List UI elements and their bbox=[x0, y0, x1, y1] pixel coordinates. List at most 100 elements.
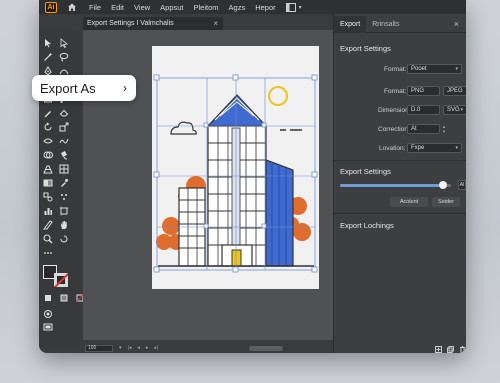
corrections-input[interactable]: At bbox=[407, 124, 440, 134]
zoom-field[interactable]: 100 bbox=[85, 344, 113, 352]
menu-view[interactable]: View bbox=[134, 3, 150, 12]
close-icon[interactable]: × bbox=[213, 19, 218, 28]
chevron-right-icon: › bbox=[123, 81, 127, 95]
format-select[interactable]: Pooet ▾ bbox=[407, 64, 462, 74]
next-artboard-icon[interactable]: ▸ bbox=[146, 345, 149, 351]
home-icon[interactable] bbox=[67, 2, 77, 12]
format-option-label: JPEG bbox=[447, 88, 463, 94]
tab-rrinsalts[interactable]: Rrinsalts bbox=[366, 16, 405, 33]
menu-hepor[interactable]: Hepor bbox=[255, 3, 275, 12]
mesh-tool-icon[interactable] bbox=[59, 164, 69, 174]
menu-edit[interactable]: Edit bbox=[111, 3, 124, 12]
tool-row bbox=[43, 248, 53, 258]
tool-row bbox=[43, 38, 69, 48]
chevron-down-icon: ▾ bbox=[455, 66, 458, 72]
eyedropper-tool-icon[interactable] bbox=[59, 178, 69, 188]
shape-builder-tool-icon[interactable] bbox=[43, 150, 53, 160]
seider-button[interactable]: Seider bbox=[432, 197, 460, 207]
chevron-down-icon[interactable]: ▾ bbox=[119, 345, 122, 351]
quality-slider-handle[interactable] bbox=[439, 181, 447, 189]
building-illustration[interactable] bbox=[152, 46, 319, 289]
tool-row bbox=[43, 122, 69, 132]
horizontal-scrollbar[interactable] bbox=[249, 346, 283, 351]
first-artboard-icon[interactable]: |◂ bbox=[128, 345, 132, 351]
dimension-input[interactable]: D.0 bbox=[407, 105, 440, 115]
format-option-label: PNG bbox=[411, 88, 425, 94]
quality-value-field[interactable]: Al bbox=[458, 180, 466, 190]
magic-wand-tool-icon[interactable] bbox=[43, 52, 53, 62]
gradient-tool-icon[interactable] bbox=[43, 178, 53, 188]
draw-mode-icon[interactable] bbox=[43, 309, 53, 319]
format-jpeg-option[interactable]: JPEG bbox=[443, 86, 466, 96]
blend-tool-icon[interactable] bbox=[43, 192, 53, 202]
chevron-down-icon[interactable]: ▾ bbox=[299, 4, 302, 11]
live-paint-tool-icon[interactable] bbox=[59, 150, 69, 160]
tool-row bbox=[43, 164, 69, 174]
panel-footer-icons bbox=[435, 340, 466, 353]
gradient-mode-icon[interactable] bbox=[59, 293, 69, 303]
slice-tool-icon[interactable] bbox=[43, 220, 53, 230]
tool-row bbox=[43, 192, 69, 202]
tool-row bbox=[43, 206, 69, 216]
dimension-label: Dimension: bbox=[378, 107, 411, 114]
rotate-view-tool-icon[interactable] bbox=[59, 234, 69, 244]
close-icon[interactable]: × bbox=[454, 19, 459, 29]
scale-tool-icon[interactable] bbox=[59, 122, 69, 132]
dimension-format-value: SVG bbox=[447, 107, 460, 113]
duplicate-icon[interactable] bbox=[447, 340, 454, 353]
corrections-stepper[interactable]: ▲ ▼ bbox=[441, 124, 447, 134]
eraser-tool-icon[interactable] bbox=[59, 108, 69, 118]
perspective-grid-tool-icon[interactable] bbox=[43, 164, 53, 174]
last-artboard-icon[interactable]: ▸| bbox=[154, 345, 158, 351]
divider bbox=[334, 160, 466, 161]
warp-tool-icon[interactable] bbox=[59, 136, 69, 146]
menu-pleitom[interactable]: Pleitom bbox=[194, 3, 219, 12]
format-select-value: Pooet bbox=[411, 66, 427, 72]
width-tool-icon[interactable] bbox=[43, 136, 53, 146]
rotate-tool-icon[interactable] bbox=[43, 122, 53, 132]
hand-tool-icon[interactable] bbox=[59, 220, 69, 230]
location-label: Lovation: bbox=[379, 145, 406, 152]
tool-row bbox=[43, 136, 69, 146]
artboard[interactable] bbox=[152, 46, 319, 289]
workspace-icon[interactable] bbox=[285, 2, 296, 12]
document-tab-label: Export Settings I Valmchalis bbox=[87, 20, 174, 27]
menu-agzs[interactable]: Agzs bbox=[229, 3, 246, 12]
divider bbox=[334, 213, 466, 214]
tool-row bbox=[43, 220, 69, 230]
status-bar: 100 ▾ |◂ ◂ ▸ ▸| bbox=[83, 343, 368, 353]
lasso-tool-icon[interactable] bbox=[59, 52, 69, 62]
format-png-option[interactable]: PNG bbox=[407, 86, 440, 96]
delete-icon[interactable] bbox=[459, 340, 466, 353]
symbol-sprayer-tool-icon[interactable] bbox=[59, 192, 69, 202]
export-as-callout[interactable]: Export As › bbox=[32, 75, 136, 101]
acolent-button[interactable]: Acolent bbox=[390, 197, 428, 207]
location-select[interactable]: Fxpe ▾ bbox=[407, 143, 462, 153]
artboard-tool-icon[interactable] bbox=[59, 206, 69, 216]
screen-mode-icon[interactable] bbox=[43, 322, 53, 332]
tool-row bbox=[43, 309, 53, 319]
edit-toolbar-icon[interactable] bbox=[43, 248, 53, 258]
direct-selection-tool-icon[interactable] bbox=[59, 38, 69, 48]
export-as-label: Export As bbox=[40, 80, 96, 96]
tab-export[interactable]: Export bbox=[334, 15, 367, 33]
tool-row bbox=[43, 234, 69, 244]
prev-artboard-icon[interactable]: ◂ bbox=[137, 345, 140, 351]
quality-slider-fill[interactable] bbox=[340, 184, 440, 187]
selection-tool-icon[interactable] bbox=[43, 38, 53, 48]
pencil-tool-icon[interactable] bbox=[43, 108, 53, 118]
new-layer-icon[interactable] bbox=[435, 340, 442, 353]
document-tab[interactable]: Export Settings I Valmchalis × bbox=[83, 17, 223, 30]
section-title: Export Lochings bbox=[340, 221, 394, 230]
zoom-tool-icon[interactable] bbox=[43, 234, 53, 244]
menu-appsut[interactable]: Appsut bbox=[160, 3, 183, 12]
format-label: Format: bbox=[384, 88, 407, 95]
format-label: Format: bbox=[384, 66, 407, 73]
dimension-format-select[interactable]: SVG ▾ bbox=[443, 105, 466, 115]
color-mode-icon[interactable] bbox=[43, 293, 53, 303]
menu-file[interactable]: File bbox=[89, 3, 101, 12]
corrections-value: At bbox=[411, 126, 417, 132]
section-title: Export Settings bbox=[340, 167, 391, 176]
column-graph-tool-icon[interactable] bbox=[43, 206, 53, 216]
panel-tabs: Export Rrinsalts × bbox=[334, 15, 466, 33]
